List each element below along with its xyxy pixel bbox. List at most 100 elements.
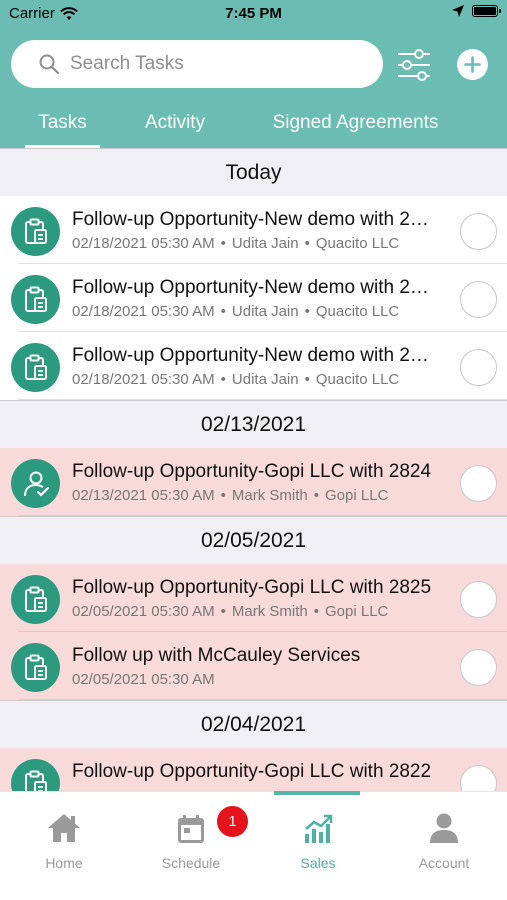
task-person: Udita Jain bbox=[231, 303, 299, 320]
task-date: 02/05/2021 05:30 AM bbox=[72, 671, 215, 688]
task-type-badge bbox=[11, 343, 60, 392]
status-bar: Carrier 7:45 PM bbox=[0, 0, 507, 30]
clipboard-icon bbox=[24, 218, 47, 244]
tabbar-sales-label: Sales bbox=[300, 855, 336, 871]
tabbar-home-label: Home bbox=[45, 855, 83, 871]
chart-icon bbox=[305, 814, 333, 843]
tabbar-account[interactable]: Account bbox=[389, 810, 499, 871]
tab-bar-top: Tasks Activity Signed Agreements bbox=[0, 108, 507, 149]
calendar-icon bbox=[178, 815, 204, 843]
complete-checkbox[interactable] bbox=[460, 213, 497, 250]
task-title: Follow-up Opportunity-Gopi LLC with 2824 bbox=[72, 461, 432, 482]
task-company: Quacito LLC bbox=[315, 235, 400, 252]
separator-dot: • bbox=[220, 371, 226, 388]
schedule-badge: 1 bbox=[217, 806, 248, 837]
task-title: Follow-up Opportunity-Gopi LLC with 2825 bbox=[72, 577, 432, 598]
task-type-badge bbox=[11, 459, 60, 508]
task-person: Udita Jain bbox=[231, 371, 299, 388]
separator-dot: • bbox=[220, 303, 226, 320]
active-tab-indicator bbox=[274, 791, 360, 795]
complete-checkbox[interactable] bbox=[460, 649, 497, 686]
task-row[interactable]: Follow-up Opportunity-New demo with 2… 02… bbox=[0, 196, 507, 264]
task-meta: 02/13/2021 05:30 AM • Mark Smith • Gopi LLC bbox=[72, 487, 388, 504]
task-person: Udita Jain bbox=[231, 235, 299, 252]
task-row[interactable]: Follow-up Opportunity-Gopi LLC with 2825… bbox=[0, 564, 507, 632]
person-icon bbox=[430, 813, 458, 843]
task-meta: 02/05/2021 05:30 AM bbox=[72, 671, 215, 688]
task-type-badge bbox=[11, 643, 60, 692]
task-company: Quacito LLC bbox=[315, 371, 400, 388]
clipboard-icon bbox=[24, 586, 47, 612]
task-title: Follow-up Opportunity-New demo with 2… bbox=[72, 277, 429, 298]
plus-icon bbox=[464, 56, 481, 73]
task-type-badge bbox=[11, 207, 60, 256]
task-row[interactable]: Follow up with McCauley Services 02/05/20… bbox=[0, 632, 507, 700]
section-header: Today bbox=[0, 148, 507, 196]
task-meta: 02/18/2021 05:30 AM • Udita Jain • Quacito L… bbox=[72, 303, 399, 320]
task-meta: 02/18/2021 05:30 AM • Udita Jain • Quacito L… bbox=[72, 371, 399, 388]
clock: 7:45 PM bbox=[225, 5, 282, 22]
search-icon bbox=[39, 54, 60, 75]
section-header: 02/13/2021 bbox=[0, 400, 507, 448]
task-type-badge bbox=[11, 575, 60, 624]
task-title: Follow up with McCauley Services bbox=[72, 645, 361, 666]
task-title: Follow-up Opportunity-Gopi LLC with 2822 bbox=[72, 761, 432, 782]
separator-dot: • bbox=[304, 371, 310, 388]
task-title: Follow-up Opportunity-New demo with 2… bbox=[72, 345, 429, 366]
clipboard-icon bbox=[24, 286, 47, 312]
task-row[interactable]: Follow-up Opportunity-New demo with 2… 02… bbox=[0, 332, 507, 400]
clipboard-icon bbox=[24, 654, 47, 680]
task-date: 02/18/2021 05:30 AM bbox=[72, 371, 215, 388]
tabbar-schedule-label: Schedule bbox=[161, 855, 221, 871]
separator-dot: • bbox=[220, 235, 226, 252]
clipboard-icon bbox=[24, 354, 47, 380]
complete-checkbox[interactable] bbox=[460, 581, 497, 618]
separator-dot: • bbox=[304, 235, 310, 252]
task-meta: 02/18/2021 05:30 AM • Udita Jain • Quacito L… bbox=[72, 235, 399, 252]
tabbar-home[interactable]: Home bbox=[9, 810, 119, 871]
task-type-badge bbox=[11, 275, 60, 324]
task-date: 02/13/2021 05:30 AM bbox=[72, 487, 215, 504]
task-row[interactable]: Follow-up Opportunity-New demo with 2… 02… bbox=[0, 264, 507, 332]
separator-dot: • bbox=[220, 603, 226, 620]
tabbar-account-label: Account bbox=[418, 855, 470, 871]
home-icon bbox=[48, 814, 80, 842]
filter-icon[interactable] bbox=[395, 47, 433, 83]
user-check-icon bbox=[23, 471, 49, 497]
battery-icon bbox=[472, 5, 501, 17]
task-list[interactable]: Today Follow-up Opportunity-New demo with… bbox=[0, 148, 507, 816]
task-meta: 02/05/2021 05:30 AM • Mark Smith • Gopi LLC bbox=[72, 603, 388, 620]
separator-dot: • bbox=[313, 487, 319, 504]
tab-tasks[interactable]: Tasks bbox=[25, 112, 100, 149]
separator-dot: • bbox=[313, 603, 319, 620]
search-bar[interactable] bbox=[11, 40, 383, 88]
task-date: 02/18/2021 05:30 AM bbox=[72, 303, 215, 320]
tab-activity[interactable]: Activity bbox=[142, 112, 208, 148]
complete-checkbox[interactable] bbox=[460, 349, 497, 386]
row-divider bbox=[18, 699, 507, 700]
row-divider bbox=[18, 399, 507, 400]
task-person: Mark Smith bbox=[231, 487, 308, 504]
task-company: Quacito LLC bbox=[315, 303, 400, 320]
row-divider bbox=[18, 515, 507, 516]
tabbar-sales[interactable]: Sales bbox=[263, 810, 373, 871]
separator-dot: • bbox=[220, 487, 226, 504]
task-company: Gopi LLC bbox=[325, 603, 389, 620]
search-input[interactable] bbox=[70, 53, 350, 75]
task-title: Follow-up Opportunity-New demo with 2… bbox=[72, 209, 429, 230]
tab-signed-agreements[interactable]: Signed Agreements bbox=[268, 112, 443, 148]
bottom-tab-bar: Home Schedule Sales Account bbox=[0, 791, 507, 900]
add-task-button[interactable] bbox=[457, 49, 488, 80]
location-arrow-icon bbox=[452, 5, 464, 17]
header: Carrier 7:45 PM Search Tasks Tasks Activ… bbox=[0, 0, 507, 149]
complete-checkbox[interactable] bbox=[460, 465, 497, 502]
task-date: 02/05/2021 05:30 AM bbox=[72, 603, 215, 620]
task-person: Mark Smith bbox=[231, 603, 308, 620]
task-company: Gopi LLC bbox=[325, 487, 389, 504]
section-header: 02/05/2021 bbox=[0, 516, 507, 564]
status-right bbox=[452, 5, 501, 17]
task-date: 02/18/2021 05:30 AM bbox=[72, 235, 215, 252]
task-row[interactable]: Follow-up Opportunity-Gopi LLC with 2824… bbox=[0, 448, 507, 516]
complete-checkbox[interactable] bbox=[460, 281, 497, 318]
section-header: 02/04/2021 bbox=[0, 700, 507, 748]
